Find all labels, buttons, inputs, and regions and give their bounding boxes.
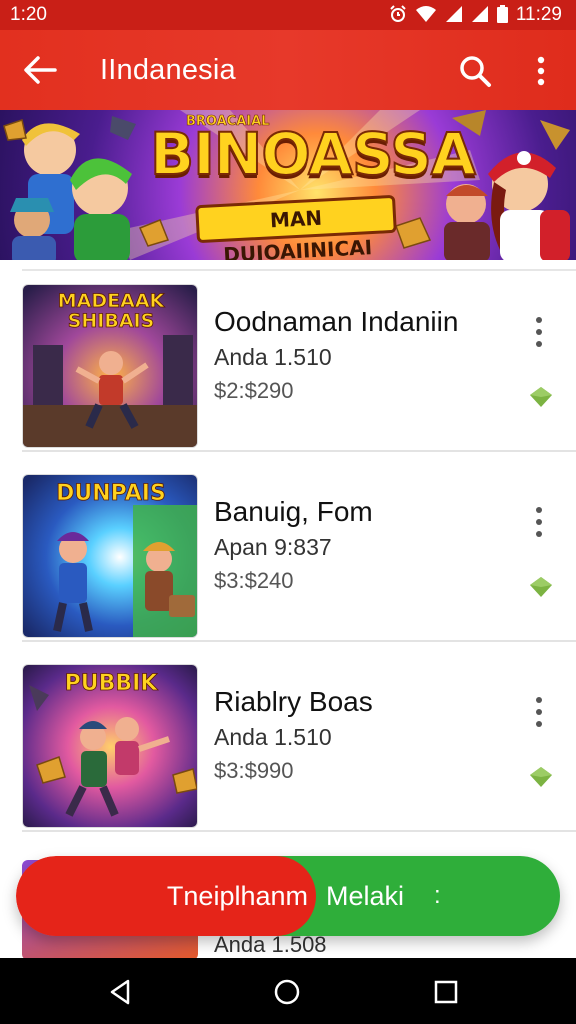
item-more-button[interactable] xyxy=(526,312,552,352)
list-item[interactable]: MADEAAK SHIBAIS Oodnaman Indaniin Anda 1… xyxy=(22,272,576,452)
item-more-button[interactable] xyxy=(526,502,552,542)
secondary-action-button[interactable]: Tneiplhanm xyxy=(16,856,316,936)
more-vertical-icon xyxy=(537,56,545,86)
diamond-badge-icon xyxy=(530,767,552,787)
installed-badge xyxy=(526,762,556,792)
game-name: Riablry Boas xyxy=(214,686,373,717)
item-more-button[interactable] xyxy=(526,692,552,732)
game-thumbnail: DUNPAIS xyxy=(22,474,198,638)
list-item[interactable]: PUBBIK Riablry Boas Anda 1.510 $3:$990 xyxy=(22,652,576,832)
app-screen: 1:20 11:29 IIndanesia BROACAIAL BINOASSA… xyxy=(0,0,576,1024)
primary-action-button[interactable]: Melaki xyxy=(276,856,560,936)
signal-icon xyxy=(471,5,489,26)
game-name: Banuig, Fom xyxy=(214,496,373,527)
thumbnail-title: PUBBIK xyxy=(64,671,158,696)
circle-home-icon xyxy=(274,979,300,1005)
bottom-action-bar: Melaki Tneiplhanm : xyxy=(16,856,560,936)
list-item[interactable]: DUNPAIS Banuig, Fom Apan 9:837 $3:$240 xyxy=(22,462,576,642)
item-divider xyxy=(22,830,576,832)
nav-back-button[interactable] xyxy=(100,972,140,1012)
square-recents-icon xyxy=(434,980,458,1004)
status-bar: 1:20 11:29 xyxy=(0,0,576,30)
secondary-action-label: Tneiplhanm xyxy=(166,880,308,911)
banner-characters-left xyxy=(10,116,136,260)
signal-icon xyxy=(445,5,463,26)
battery-icon xyxy=(496,4,508,26)
system-navigation-bar xyxy=(0,958,576,1024)
game-rating: Anda 1.510 xyxy=(214,724,332,750)
triangle-back-icon xyxy=(110,979,130,1005)
more-vertical-icon xyxy=(536,697,542,727)
game-price: $2:$290 xyxy=(214,378,294,403)
status-time-right: 11:29 xyxy=(515,4,562,25)
search-icon xyxy=(460,56,491,87)
game-name: Oodnaman Indaniin xyxy=(214,306,459,337)
game-rating: Apan 9:837 xyxy=(214,534,332,560)
item-divider xyxy=(22,640,576,642)
arrow-left-icon xyxy=(24,56,57,84)
banner-title: BINOASSA xyxy=(149,119,477,189)
back-button[interactable] xyxy=(20,50,60,90)
thumbnail-title: DUNPAIS xyxy=(56,481,167,506)
game-price: $3:$990 xyxy=(214,758,294,783)
diamond-badge-icon xyxy=(530,577,552,597)
installed-badge xyxy=(526,382,556,412)
primary-action-label: Melaki xyxy=(326,880,405,911)
action-more-icon[interactable]: : xyxy=(434,882,441,910)
wifi-icon xyxy=(415,5,437,26)
more-vertical-icon xyxy=(536,317,542,347)
diamond-badge-icon xyxy=(530,387,552,407)
game-thumbnail: MADEAAK SHIBAIS xyxy=(22,284,198,448)
item-divider xyxy=(22,450,576,452)
alarm-icon xyxy=(389,4,407,26)
status-time-left: 1:20 xyxy=(10,4,47,25)
promo-banner[interactable]: BROACAIAL BINOASSA MAN DUIOAIINICAI xyxy=(0,110,576,260)
status-icons: 11:29 xyxy=(389,4,562,26)
game-price: $3:$240 xyxy=(214,568,294,593)
installed-badge xyxy=(526,572,556,602)
nav-home-button[interactable] xyxy=(267,972,307,1012)
thumbnail-title: MADEAAK SHIBAIS xyxy=(57,290,165,332)
app-bar: IIndanesia xyxy=(0,30,576,110)
game-rating: Anda 1.510 xyxy=(214,344,332,370)
game-thumbnail: PUBBIK xyxy=(22,664,198,828)
list-top-divider xyxy=(22,269,576,271)
page-title: IIndanesia xyxy=(100,54,236,86)
search-button[interactable] xyxy=(454,50,496,92)
more-options-button[interactable] xyxy=(524,50,558,92)
more-vertical-icon xyxy=(536,507,542,537)
nav-recents-button[interactable] xyxy=(426,972,466,1012)
